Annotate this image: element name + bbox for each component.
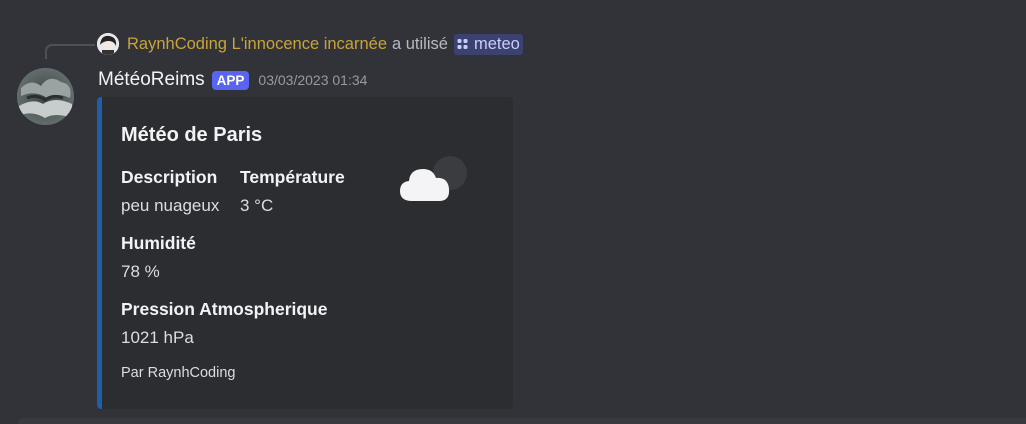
reply-spine: [45, 44, 95, 59]
weather-embed: Météo de Paris Description peu nuageux T…: [97, 97, 513, 409]
field-value-humidity: 78 %: [121, 262, 160, 281]
message-header: MétéoReims APP 03/03/2023 01:34: [98, 66, 367, 94]
interaction-used-text: a utilisé: [392, 34, 448, 53]
bot-avatar[interactable]: [17, 68, 74, 125]
message-timestamp[interactable]: 03/03/2023 01:34: [258, 72, 367, 88]
command-mention[interactable]: meteo: [453, 33, 523, 55]
field-value-description: peu nuageux: [121, 196, 220, 215]
embed-footer: Par RaynhCoding: [121, 365, 236, 381]
next-message-edge: [18, 418, 1026, 424]
field-value-temperature: 3 °C: [240, 196, 274, 215]
embed-title: Météo de Paris: [121, 124, 263, 146]
interaction-username[interactable]: RaynhCoding L'innocence incarnée: [127, 35, 387, 54]
field-name-description: Description: [121, 167, 218, 187]
field-name-temperature: Température: [240, 167, 345, 187]
interaction-user-avatar[interactable]: [97, 33, 119, 55]
field-value-pressure: 1021 hPa: [121, 328, 194, 347]
partly-cloudy-icon[interactable]: [392, 149, 472, 209]
field-name-pressure: Pression Atmospherique: [121, 299, 328, 319]
command-name: meteo: [473, 34, 520, 53]
slash-command-icon: [457, 39, 468, 49]
interaction-line: RaynhCoding L'innocence incarnée a utili…: [127, 33, 523, 55]
app-badge: APP: [211, 70, 250, 90]
bot-username[interactable]: MétéoReims: [98, 69, 205, 91]
field-name-humidity: Humidité: [121, 233, 196, 253]
embed-accent-bar: [97, 97, 102, 409]
